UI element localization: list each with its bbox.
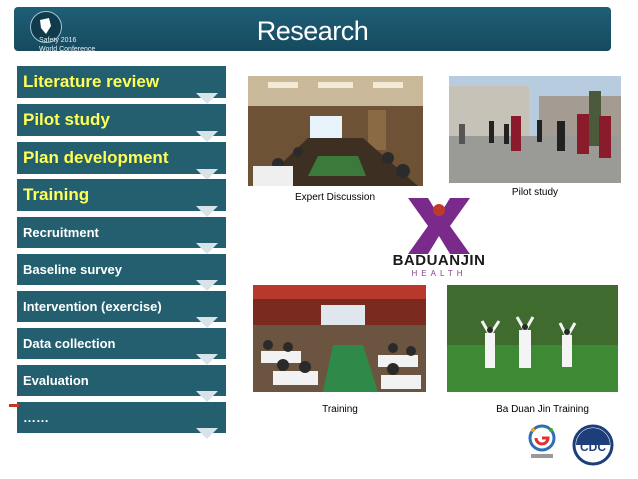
step-baseline-survey: Baseline survey bbox=[17, 254, 226, 285]
training-caption: Training bbox=[322, 404, 358, 415]
logo-line2: World Conference bbox=[39, 46, 96, 53]
step-recruitment: Recruitment bbox=[17, 217, 226, 248]
arrow-icon bbox=[196, 317, 218, 328]
arrow-icon bbox=[196, 428, 218, 439]
step-evaluation: Evaluation bbox=[17, 365, 226, 396]
expert-discussion-photo bbox=[248, 76, 423, 186]
arrow-icon bbox=[196, 93, 218, 104]
title-banner: Research bbox=[14, 7, 611, 51]
logo-line1: Safety 2016 bbox=[39, 37, 77, 44]
pilot-study-caption: Pilot study bbox=[511, 187, 559, 198]
arrow-icon bbox=[196, 206, 218, 217]
health-wordmark: HEALTH bbox=[411, 269, 467, 278]
baduanjin-training-photo bbox=[447, 285, 618, 392]
step-pilot-study: Pilot study bbox=[17, 104, 226, 136]
step-data-collection: Data collection bbox=[17, 328, 226, 359]
slide-title: Research bbox=[256, 16, 369, 46]
decorative-mark bbox=[9, 404, 19, 407]
step-plan-development: Plan development bbox=[17, 142, 226, 174]
pilot-study-photo bbox=[449, 76, 621, 183]
arrow-icon bbox=[196, 131, 218, 142]
arrow-icon bbox=[196, 391, 218, 402]
cdc-logo-icon: CDC bbox=[566, 424, 620, 471]
expert-discussion-caption: Expert Discussion bbox=[294, 192, 376, 203]
health-promotion-logo-icon bbox=[527, 424, 557, 469]
cdc-label: CDC bbox=[580, 440, 606, 454]
baduanjin-wordmark: BADUANJIN bbox=[392, 252, 486, 269]
arrow-icon bbox=[196, 243, 218, 254]
baduanjin-training-caption: Ba Duan Jin Training bbox=[496, 404, 589, 415]
step-literature-review: Literature review bbox=[17, 66, 226, 98]
training-photo bbox=[253, 285, 426, 392]
step-ellipsis: …… bbox=[17, 402, 226, 433]
conference-logo: Safety 2016 World Conference bbox=[30, 9, 96, 53]
step-training: Training bbox=[17, 179, 226, 211]
step-intervention: Intervention (exercise) bbox=[17, 291, 226, 322]
arrow-icon bbox=[196, 354, 218, 365]
baduanjin-logo: BADUANJIN HEALTH bbox=[388, 198, 490, 282]
arrow-icon bbox=[196, 280, 218, 291]
